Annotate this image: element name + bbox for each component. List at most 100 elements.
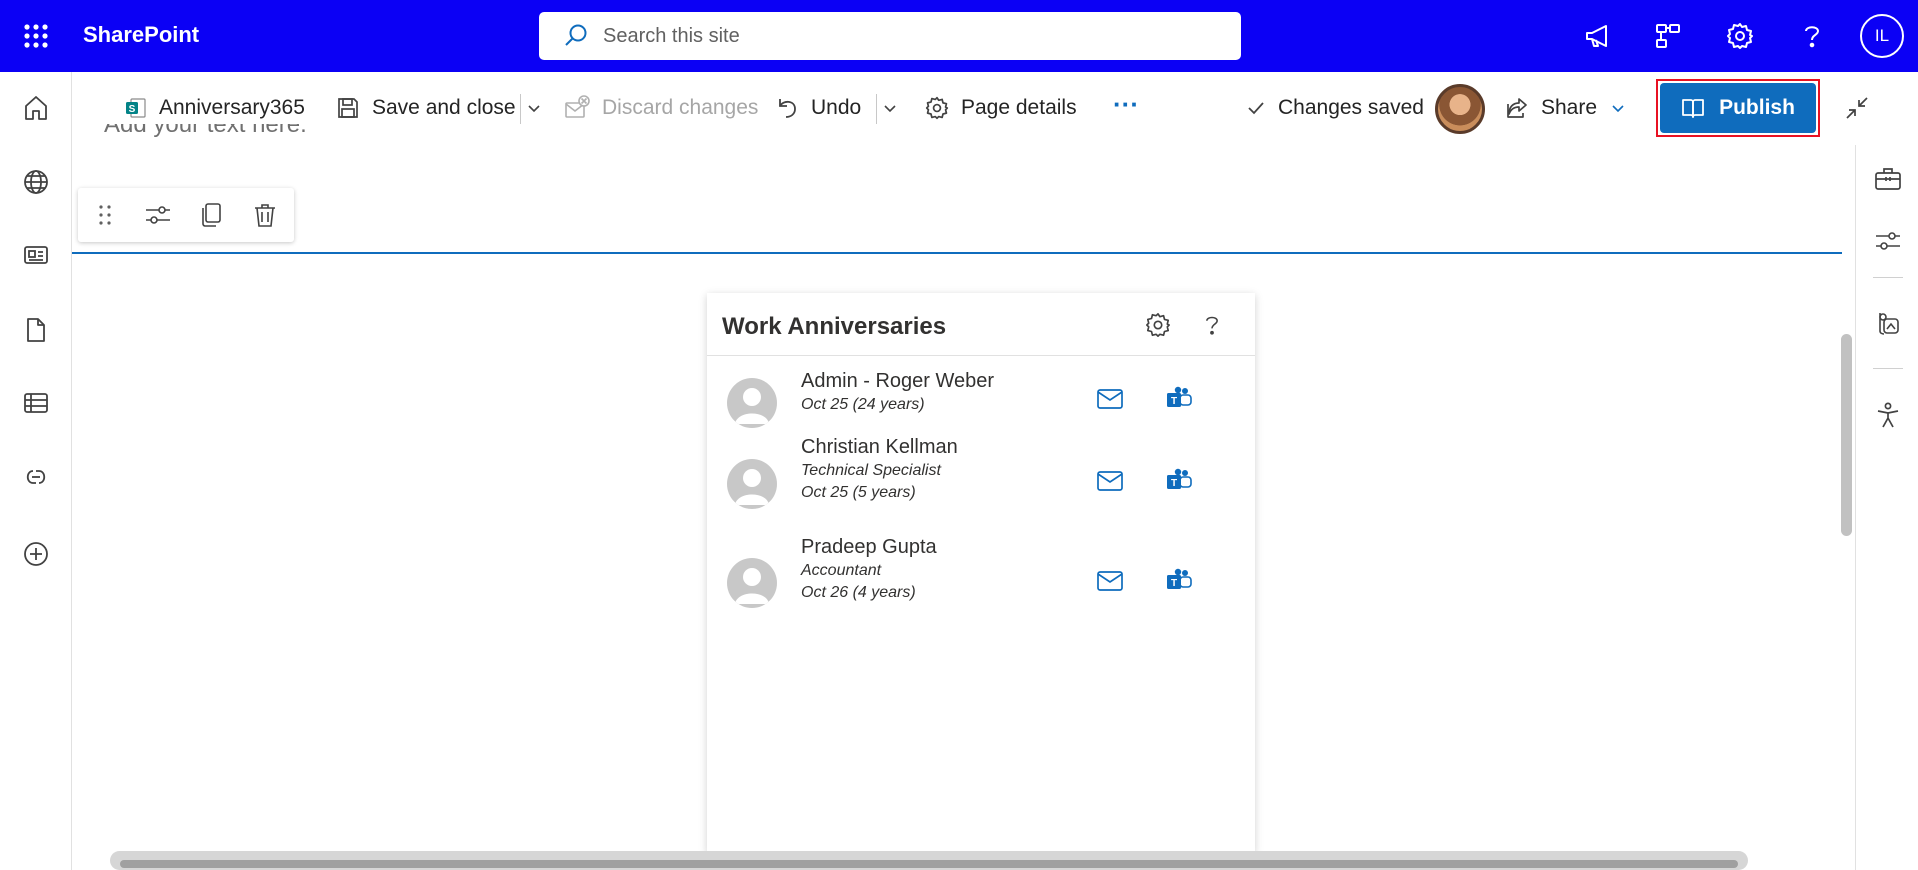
list-item: Christian Kellman Technical Specialist O… — [707, 436, 1255, 526]
rail-divider — [1873, 277, 1903, 278]
separator — [520, 94, 521, 124]
chevron-down-icon — [882, 100, 898, 116]
text-placeholder-label: Add your text here. — [104, 124, 307, 138]
teams-chat-icon[interactable]: T — [1162, 382, 1196, 416]
checkmark-icon — [1246, 98, 1266, 118]
edit-section-properties-icon[interactable] — [143, 200, 173, 230]
left-navigation-rail — [0, 72, 72, 870]
add-icon[interactable] — [18, 536, 54, 572]
suite-bar: SharePoint IL — [0, 0, 1918, 72]
accessibility-icon[interactable] — [1870, 397, 1906, 433]
command-bar: S Anniversary365 Save and close Discard … — [73, 72, 1855, 144]
exit-fullscreen-icon[interactable] — [1841, 92, 1873, 124]
sharepoint-site-icon: S — [125, 97, 147, 119]
loop-icon[interactable] — [18, 459, 54, 495]
anniversary-date: Oct 25 (24 years) — [801, 396, 925, 413]
teams-chat-icon[interactable]: T — [1162, 464, 1196, 498]
discard-changes-button[interactable]: Discard changes — [564, 88, 758, 128]
globe-icon[interactable] — [18, 164, 54, 200]
site-name-button[interactable]: S Anniversary365 — [125, 88, 305, 128]
delete-section-icon[interactable] — [250, 200, 280, 230]
section-toolbar — [78, 188, 294, 242]
share-icon — [1505, 96, 1529, 120]
design-ideas-icon[interactable] — [1870, 305, 1906, 341]
undo-button[interactable]: Undo — [775, 88, 861, 128]
co-author-avatar[interactable] — [1435, 84, 1485, 134]
changes-saved-label: Changes saved — [1278, 96, 1424, 119]
webpart-title: Work Anniversaries — [722, 313, 947, 340]
share-network-icon[interactable] — [1650, 18, 1686, 54]
list-item: Pradeep Gupta Accountant Oct 26 (4 years… — [707, 536, 1255, 626]
publish-button[interactable]: Publish — [1660, 83, 1816, 133]
help-icon[interactable] — [1195, 308, 1229, 342]
chevron-down-icon — [526, 100, 542, 116]
anniversary-date: Oct 26 (4 years) — [801, 584, 916, 601]
drag-handle-icon[interactable] — [90, 200, 120, 230]
anniversary-date: Oct 25 (5 years) — [801, 484, 916, 501]
section-divider-line — [72, 252, 1842, 254]
duplicate-section-icon[interactable] — [197, 200, 227, 230]
avatar — [727, 378, 777, 428]
book-open-icon — [1681, 96, 1705, 120]
page-details-label: Page details — [961, 96, 1077, 119]
discard-mail-icon — [564, 95, 590, 121]
avatar — [727, 558, 777, 608]
search-icon — [563, 23, 589, 49]
rail-divider — [1873, 368, 1903, 369]
separator — [876, 94, 877, 124]
person-name: Christian Kellman — [801, 436, 958, 458]
share-label: Share — [1541, 96, 1598, 119]
share-options-dropdown[interactable] — [1610, 88, 1626, 128]
svg-text:S: S — [129, 104, 136, 115]
avatar — [727, 459, 777, 509]
save-and-close-button[interactable]: Save and close — [336, 88, 516, 128]
document-icon[interactable] — [18, 312, 54, 348]
svg-text:T: T — [1171, 578, 1177, 589]
person-name: Pradeep Gupta — [801, 536, 937, 558]
search-input[interactable] — [603, 24, 1203, 48]
mail-icon[interactable] — [1093, 382, 1127, 416]
job-title: Accountant — [801, 562, 882, 579]
svg-text:T: T — [1171, 396, 1177, 407]
properties-icon[interactable] — [1870, 223, 1906, 259]
toolbox-icon[interactable] — [1870, 161, 1906, 197]
undo-options-dropdown[interactable] — [882, 88, 898, 128]
list-icon[interactable] — [18, 385, 54, 421]
save-options-dropdown[interactable] — [526, 88, 542, 128]
person-name: Admin - Roger Weber — [801, 370, 995, 392]
gear-icon[interactable] — [1141, 308, 1175, 342]
undo-label: Undo — [811, 96, 862, 119]
gear-icon[interactable] — [1722, 18, 1758, 54]
site-name-label: Anniversary365 — [159, 96, 305, 119]
text-placeholder[interactable]: Add your text here. — [104, 124, 307, 146]
publish-label: Publish — [1719, 96, 1795, 119]
site-search-box[interactable] — [539, 12, 1241, 60]
job-title: Technical Specialist — [801, 462, 941, 479]
user-avatar[interactable]: IL — [1860, 14, 1904, 58]
app-brand[interactable]: SharePoint — [83, 22, 199, 48]
vertical-scrollbar[interactable] — [1841, 334, 1852, 536]
mail-icon[interactable] — [1093, 464, 1127, 498]
share-button[interactable]: Share — [1505, 88, 1597, 128]
home-icon[interactable] — [18, 90, 54, 126]
help-icon[interactable] — [1794, 18, 1830, 54]
gear-icon — [925, 96, 949, 120]
more-options-button[interactable]: ··· — [1113, 84, 1139, 124]
horizontal-scrollbar-thumb[interactable] — [120, 860, 1738, 868]
news-icon[interactable] — [18, 237, 54, 273]
mail-icon[interactable] — [1093, 564, 1127, 598]
svg-text:T: T — [1171, 478, 1177, 489]
save-icon — [336, 96, 360, 120]
megaphone-icon[interactable] — [1580, 18, 1616, 54]
teams-chat-icon[interactable]: T — [1162, 564, 1196, 598]
discard-changes-label: Discard changes — [602, 96, 759, 119]
app-launcher-icon[interactable] — [0, 0, 72, 72]
undo-icon — [775, 96, 799, 120]
work-anniversaries-webpart[interactable]: Work Anniversaries Admin - Roger Weber O… — [707, 293, 1255, 853]
save-and-close-label: Save and close — [372, 96, 516, 119]
chevron-down-icon — [1610, 100, 1626, 116]
list-item: Admin - Roger Weber Oct 25 (24 years) T — [707, 356, 1255, 446]
changes-saved-status: Changes saved — [1246, 88, 1424, 128]
page-details-button[interactable]: Page details — [925, 88, 1077, 128]
right-toolbox-rail — [1855, 145, 1918, 870]
